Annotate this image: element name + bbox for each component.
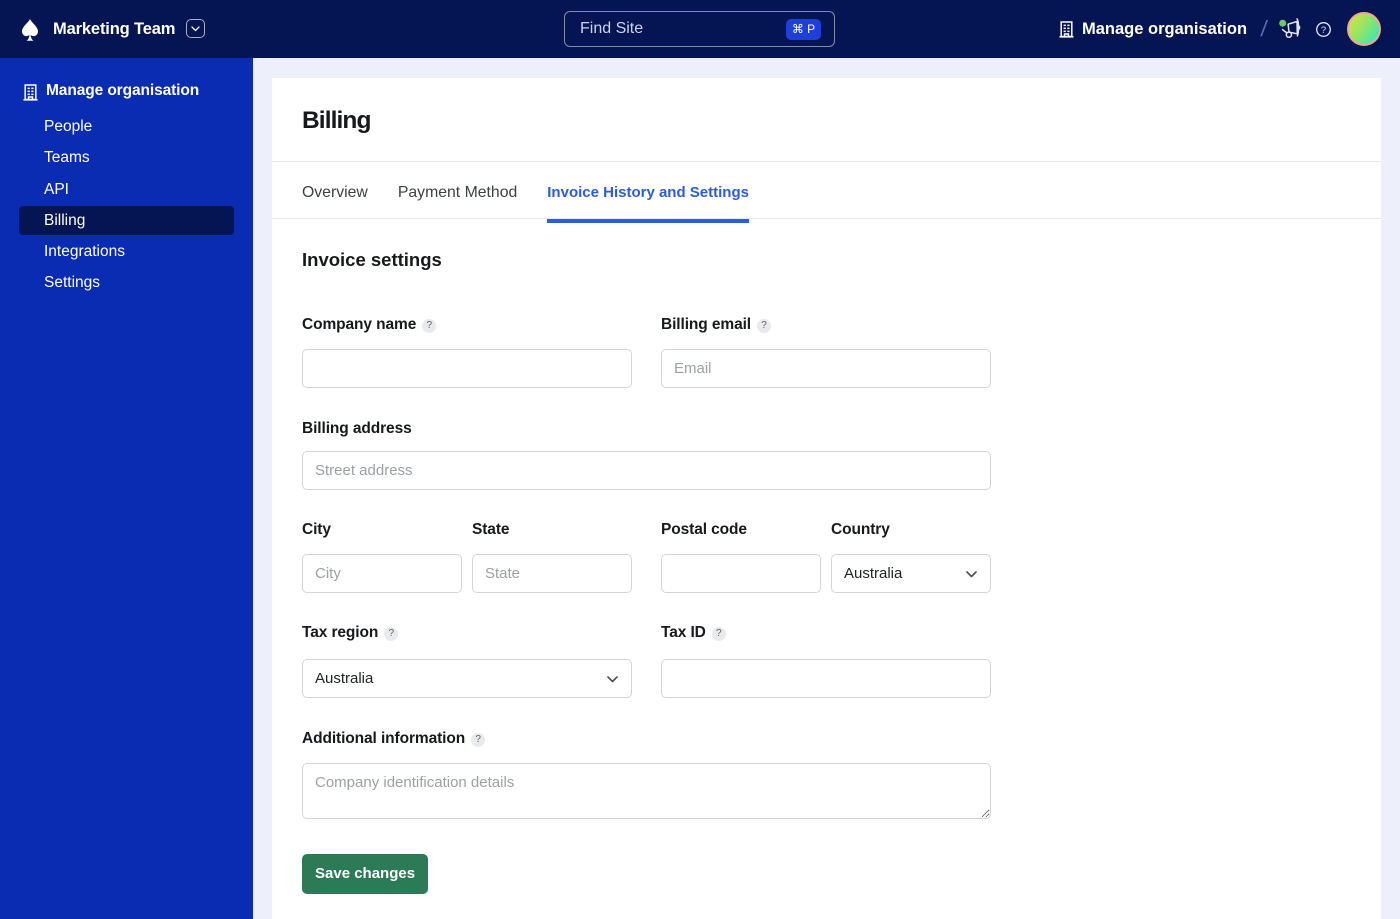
svg-text:?: ?	[1321, 25, 1326, 36]
